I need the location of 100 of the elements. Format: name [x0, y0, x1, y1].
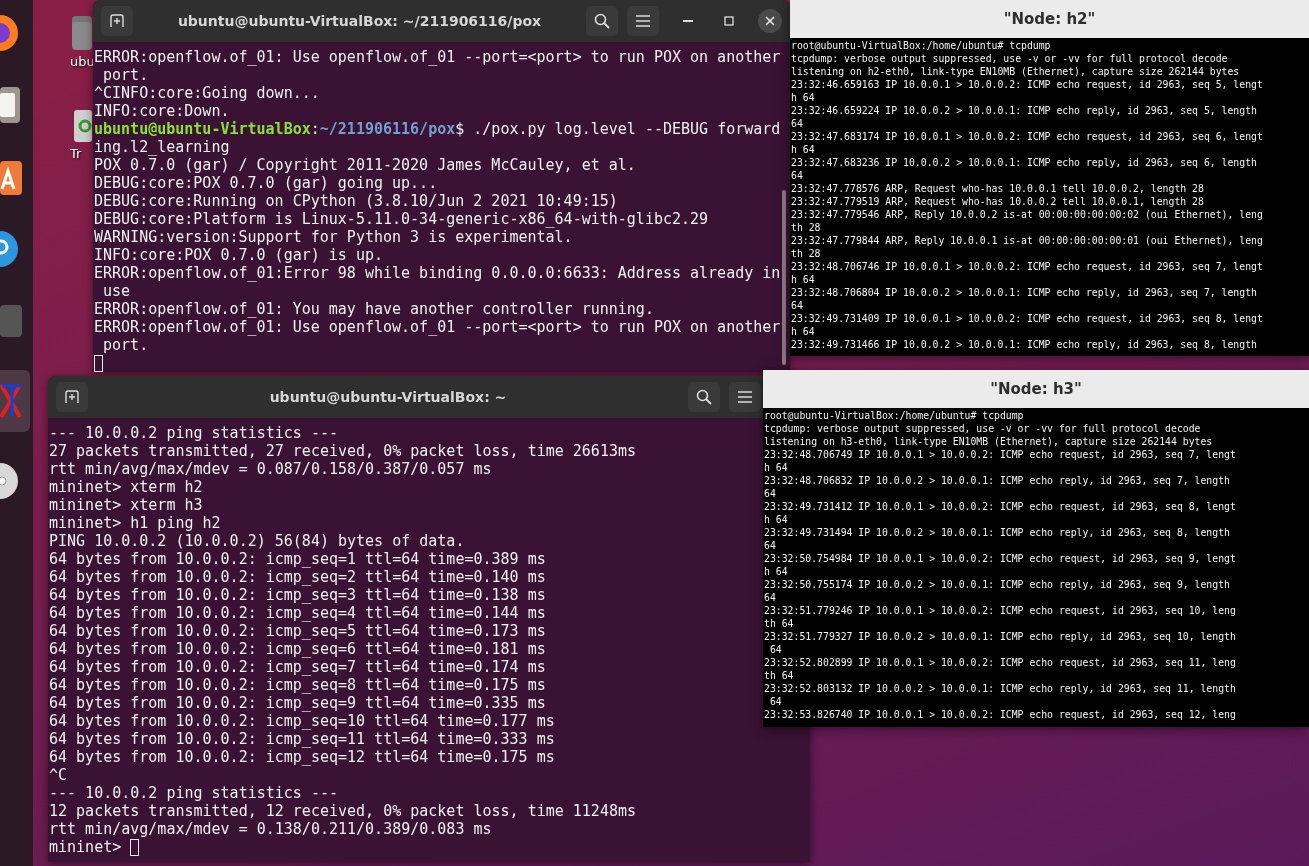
terminal-line: use — [102, 282, 131, 300]
terminal-line: 23:32:52.803132 IP 10.0.0.2 > 10.0.0.1: ICMP echo reply, id 2963, seq 11, length — [764, 682, 1236, 695]
scrollbar[interactable] — [782, 190, 786, 365]
terminal-line: 23:32:47.683174 IP 10.0.0.1 > 10.0.0.2: ICMP echo request, id 2963, seq 6, lengt — [791, 130, 1263, 143]
menu-button[interactable] — [729, 382, 761, 412]
terminal-line: 64 — [764, 487, 776, 500]
new-tab-button[interactable] — [56, 382, 88, 412]
terminal-line: 64 — [791, 117, 803, 130]
terminal-line: --- 10.0.0.2 ping statistics --- — [49, 424, 338, 442]
terminal-line: 64 — [768, 643, 782, 656]
terminal-line: INFO:core:POX 0.7.0 (gar) is up. — [94, 246, 383, 264]
terminal-line: 64 bytes from 10.0.0.2: icmp_seq=3 ttl=64 time=0.138 ms — [49, 586, 546, 604]
terminal-line: 23:32:53.826740 IP 10.0.0.1 > 10.0.0.2: ICMP echo request, id 2963, seq 12, leng — [764, 708, 1236, 721]
terminal-line: port. — [102, 336, 149, 354]
terminal-line: h 64 — [791, 143, 815, 156]
desktop-icon-label: Tr — [70, 146, 82, 161]
terminal-line: listening on h3-eth0, link-type EN10MB (Ethernet), capture size 262144 bytes — [764, 435, 1213, 448]
search-button[interactable] — [688, 382, 720, 412]
terminal-line: POX 0.7.0 (gar) / Copyright 2011-2020 James McCauley, et al. — [94, 156, 636, 174]
terminal-line: DEBUG:core:Running on CPython (3.8.10/Jun 2 2021 10:49:15) — [94, 192, 618, 210]
search-button[interactable] — [586, 6, 618, 36]
terminal-line: DEBUG:core:Platform is Linux-5.11.0-34-generic-x86_64-with-glibc2.29 — [94, 210, 709, 228]
terminal-line: 64 — [791, 169, 803, 182]
terminal-line: tcpdump: verbose output suppressed, use -v or -vv for full protocol decode — [764, 422, 1201, 435]
terminal-line: h 64 — [791, 273, 815, 286]
terminal-line: mininet> xterm h3 — [49, 496, 203, 514]
prompt-separator: : — [310, 120, 320, 138]
maximize-icon — [724, 16, 734, 26]
new-tab-icon — [65, 390, 79, 404]
terminal-line: ERROR:openflow.of_01:Error 98 while binding 0.0.0.0:6633: Address already in — [94, 264, 781, 282]
terminal-line: 23:32:47.779844 ARP, Reply 10.0.0.1 is-at 00:00:00:00:00:01 (oui Ethernet), leng — [791, 234, 1263, 247]
terminal-line: 64 bytes from 10.0.0.2: icmp_seq=9 ttl=64 time=0.335 ms — [49, 694, 546, 712]
terminal-line: 12 packets transmitted, 12 received, 0% packet loss, time 11248ms — [49, 802, 636, 820]
terminal-line: 23:32:48.706746 IP 10.0.0.1 > 10.0.0.2: ICMP echo request, id 2963, seq 7, lengt — [791, 260, 1263, 273]
terminal-line: h 64 — [764, 461, 788, 474]
terminal-line: 23:32:51.779246 IP 10.0.0.1 > 10.0.0.2: ICMP echo request, id 2963, seq 10, leng — [764, 604, 1236, 617]
menu-icon — [738, 391, 752, 403]
terminal-line: 64 bytes from 10.0.0.2: icmp_seq=8 ttl=64 time=0.175 ms — [49, 676, 546, 694]
window-title: "Node: h3" — [990, 380, 1082, 398]
terminal-line: 23:32:48.706804 IP 10.0.0.2 > 10.0.0.1: ICMP echo reply, id 2963, seq 7, length — [791, 286, 1257, 299]
terminal-line: 64 — [764, 591, 776, 604]
terminal-line: PING 10.0.0.2 (10.0.0.2) 56(84) bytes of data. — [49, 532, 465, 550]
terminal-line: WARNING:version:Support for Python 3 is experimental. — [94, 228, 573, 246]
terminal-line: 23:32:46.659163 IP 10.0.0.1 > 10.0.0.2: ICMP echo request, id 2963, seq 5, lengt — [791, 78, 1263, 91]
terminal-line: rtt min/avg/max/mdev = 0.087/0.158/0.387/0.057 ms — [49, 460, 492, 478]
terminal-line: 23:32:47.683236 IP 10.0.0.2 > 10.0.0.1: ICMP echo reply, id 2963, seq 6, length — [791, 156, 1257, 169]
terminal-line: ERROR:openflow.of_01: Use openflow.of_01 --port=<port> to run POX on another — [94, 318, 781, 336]
terminal-line: 23:32:52.802899 IP 10.0.0.1 > 10.0.0.2: ICMP echo request, id 2963, seq 11, leng — [764, 656, 1236, 669]
terminal-line: th 64 — [764, 669, 794, 682]
terminal-line: ^C — [49, 766, 68, 784]
terminal-line: ing.l2_learning — [94, 138, 230, 156]
terminal-line: 23:32:49.731409 IP 10.0.0.1 > 10.0.0.2: ICMP echo request, id 2963, seq 8, lengt — [791, 312, 1263, 325]
search-icon — [594, 13, 610, 29]
terminal-line: 64 bytes from 10.0.0.2: icmp_seq=6 ttl=64 time=0.181 ms — [49, 640, 546, 658]
terminal-line: DEBUG:core:POX 0.7.0 (gar) going up... — [94, 174, 438, 192]
text-cursor — [130, 838, 140, 856]
window-title: ubuntu@ubuntu-VirtualBox: ~/211906116/pox — [176, 13, 543, 29]
terminal-line: 23:32:49.731494 IP 10.0.0.2 > 10.0.0.1: ICMP echo reply, id 2963, seq 8, length — [764, 526, 1230, 539]
menu-icon — [636, 15, 650, 27]
terminal-line: 23:32:48.706832 IP 10.0.0.2 > 10.0.0.1: ICMP echo reply, id 2963, seq 7, length — [764, 474, 1230, 487]
terminal-line: 64 — [791, 299, 803, 312]
window-title: ubuntu@ubuntu-VirtualBox: ~ — [268, 389, 508, 405]
crossed-lines-icon — [0, 383, 22, 419]
terminal-line: 64 bytes from 10.0.0.2: icmp_seq=11 ttl=64 time=0.333 ms — [49, 730, 555, 748]
terminal-line: ERROR:openflow.of_01: You may have another controller running. — [94, 300, 654, 318]
terminal-line: 23:32:50.755174 IP 10.0.0.2 > 10.0.0.1: ICMP echo reply, id 2963, seq 9, length — [764, 578, 1230, 591]
terminal-line: th 28 — [791, 247, 821, 260]
text-cursor — [94, 354, 103, 372]
close-icon — [765, 16, 775, 26]
terminal-line: 23:32:49.731412 IP 10.0.0.1 > 10.0.0.2: ICMP echo request, id 2963, seq 8, lengt — [764, 500, 1236, 513]
terminal-line: 23:32:49.731466 IP 10.0.0.2 > 10.0.0.1: ICMP echo reply, id 2963, seq 8, length — [791, 338, 1257, 351]
terminal-line: h 64 — [764, 513, 788, 526]
terminal-line: --- 10.0.0.2 ping statistics --- — [49, 784, 338, 802]
terminal-line: 23:32:47.779519 ARP, Request who-has 10.0.0.2 tell 10.0.0.1, length 28 — [791, 195, 1204, 208]
close-button[interactable] — [758, 9, 782, 33]
terminal-line: root@ubuntu-VirtualBox:/home/ubuntu# tcpdump — [791, 39, 1051, 52]
terminal-line: mininet> h1 ping h2 — [49, 514, 221, 532]
terminal-line: root@ubuntu-VirtualBox:/home/ubuntu# tcpdump — [764, 409, 1024, 422]
folder-icon[interactable] — [70, 16, 92, 50]
terminal-line: 23:32:48.706749 IP 10.0.0.1 > 10.0.0.2: ICMP echo request, id 2963, seq 7, lengt — [764, 448, 1236, 461]
terminal-line: 64 bytes from 10.0.0.2: icmp_seq=2 ttl=64 time=0.140 ms — [49, 568, 546, 586]
terminal-line: h 64 — [791, 91, 815, 104]
terminal-line: 64 — [768, 695, 782, 708]
terminal-line: 64 bytes from 10.0.0.2: icmp_seq=1 ttl=64 time=0.389 ms — [49, 550, 546, 568]
menu-button[interactable] — [627, 6, 659, 36]
prompt-path: ~/211906116/pox — [319, 120, 456, 138]
new-tab-button[interactable] — [101, 6, 133, 36]
prompt-user: ubuntu@ubuntu-VirtualBox — [94, 120, 311, 138]
files-icon — [0, 87, 22, 123]
terminal-line: 23:32:50.754984 IP 10.0.0.1 > 10.0.0.2: ICMP echo request, id 2963, seq 9, lengt — [764, 552, 1236, 565]
terminal-line: 23:32:47.778576 ARP, Request who-has 10.0.0.1 tell 10.0.0.2, length 28 — [791, 182, 1204, 195]
new-tab-icon — [110, 14, 124, 28]
terminal-line: 64 — [764, 539, 776, 552]
terminal-line: 64 bytes from 10.0.0.2: icmp_seq=5 ttl=64 time=0.173 ms — [49, 622, 546, 640]
terminal-line: th 28 — [791, 221, 821, 234]
terminal-command: $ ./pox.py log.level --DEBUG forward — [455, 120, 781, 138]
terminal-line: INFO:core:Down. — [94, 102, 230, 120]
terminal-line: port. — [102, 66, 149, 84]
terminal-line: 23:32:47.779546 ARP, Reply 10.0.0.2 is-at 00:00:00:00:00:02 (oui Ethernet), leng — [791, 208, 1263, 221]
terminal-line: 23:32:51.779327 IP 10.0.0.2 > 10.0.0.1: ICMP echo reply, id 2963, seq 10, length — [764, 630, 1236, 643]
